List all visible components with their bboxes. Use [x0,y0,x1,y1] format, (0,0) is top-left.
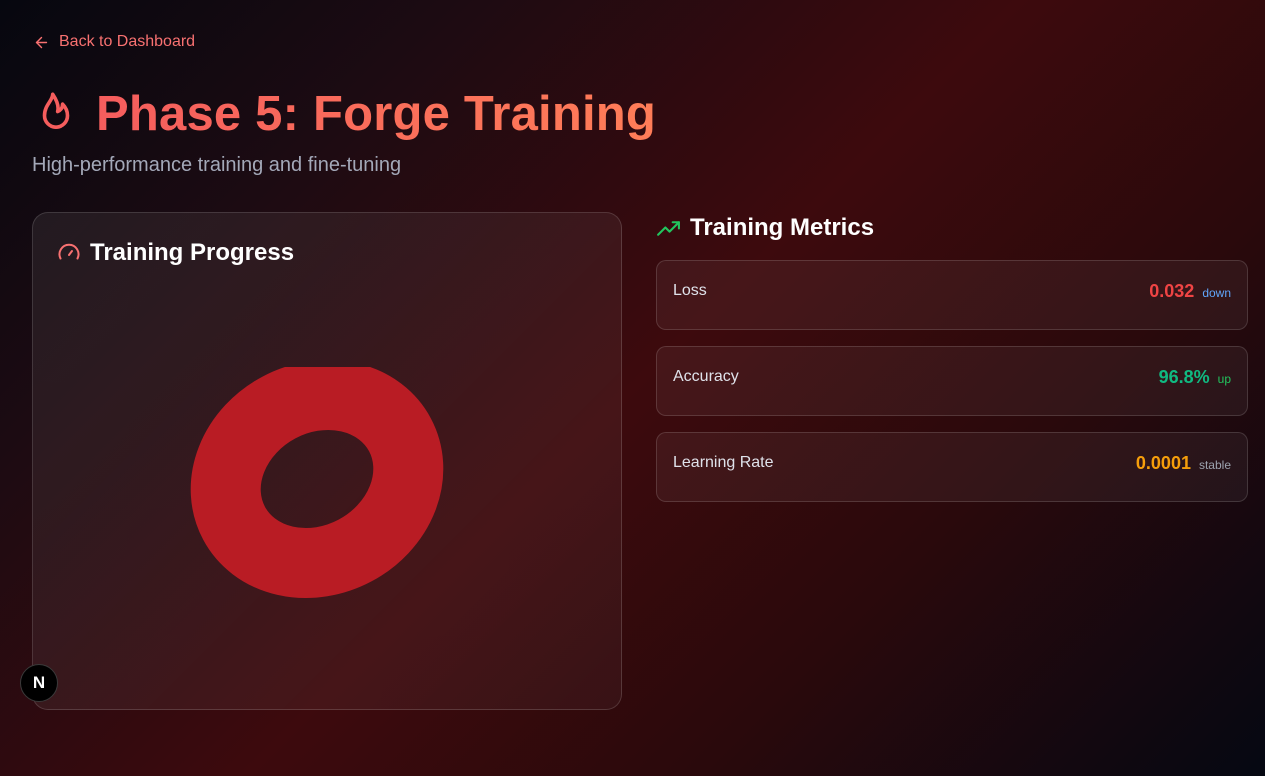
training-progress-card: Training Progress [32,212,622,710]
gauge-icon [58,243,80,260]
metric-card-accuracy: Accuracy 96.8% up [656,346,1248,416]
metric-label: Loss [673,282,707,299]
metric-trend: up [1217,372,1231,386]
flame-icon [42,92,70,129]
metric-value: 96.8% [1158,367,1210,387]
progress-ring-shape [190,367,444,599]
metric-trend: stable [1198,458,1231,472]
training-progress-header: Training Progress [57,239,294,267]
page-subtitle: High-performance training and fine-tunin… [32,154,402,176]
trending-up-icon [657,220,680,236]
metric-card-loss: Loss 0.032 down [656,260,1248,330]
arrow-left-icon [35,36,48,48]
metric-card-learning-rate: Learning Rate 0.0001 stable [656,432,1248,502]
training-progress-ring [190,367,444,599]
training-progress-title: Training Progress [90,239,295,266]
training-metrics-header: Training Metrics [656,214,874,242]
back-link-label: Back to Dashboard [59,33,196,50]
metric-trend: down [1202,286,1231,300]
page-title: Phase 5: Forge Training [96,87,657,141]
metric-label: Learning Rate [673,454,774,471]
metric-value-group: 0.032 down [1149,281,1231,302]
training-metrics-title: Training Metrics [690,214,875,241]
metric-label: Accuracy [673,368,739,385]
metric-value-group: 96.8% up [1159,367,1231,388]
nextjs-dev-badge[interactable]: N [20,664,58,702]
metric-value: 0.0001 [1135,453,1191,473]
metric-value-group: 0.0001 stable [1136,453,1231,474]
page-header: Phase 5: Forge Training [36,86,656,142]
back-to-dashboard-link[interactable]: Back to Dashboard [33,33,195,51]
metric-value: 0.032 [1149,281,1195,301]
